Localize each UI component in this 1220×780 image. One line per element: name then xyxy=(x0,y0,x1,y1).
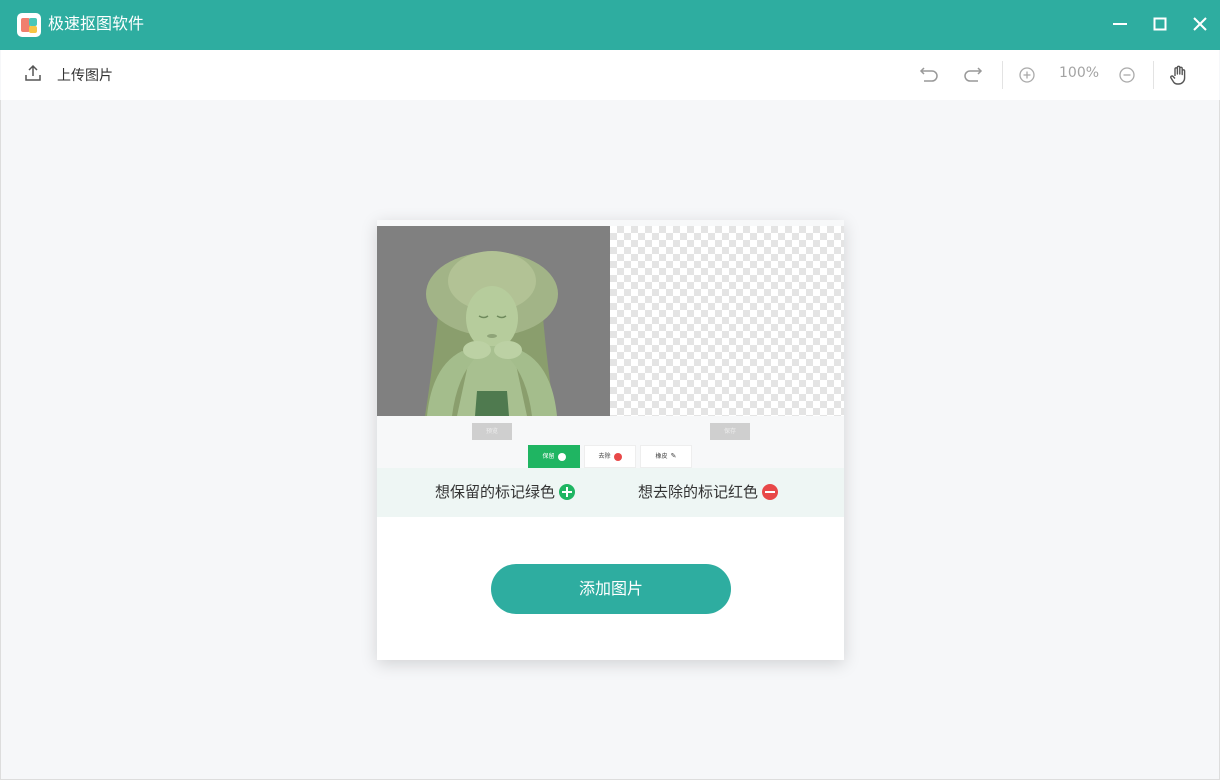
demo-tab-eraser: 橡皮 ✎ xyxy=(640,445,692,468)
remove-hint-text: 想去除的标记红色 xyxy=(638,483,759,501)
add-image-button[interactable]: 添加图片 xyxy=(491,564,731,614)
undo-icon[interactable] xyxy=(915,63,939,87)
demo-tab-remove: 去除 xyxy=(584,445,636,468)
demo-illustration: 预览 保存 保留 去除 橡皮 ✎ xyxy=(377,220,844,469)
demo-save-button: 保存 xyxy=(710,423,750,440)
toolbar-divider xyxy=(1002,61,1003,89)
start-card: 预览 保存 保留 去除 橡皮 ✎ 想保留的标记绿色 想去除的标记红色 添加图片 xyxy=(377,220,844,660)
remove-hint: 想去除的标记红色 xyxy=(638,483,779,501)
demo-mode-tabs: 保留 去除 橡皮 ✎ xyxy=(528,445,696,468)
redo-icon[interactable] xyxy=(963,63,987,87)
close-icon[interactable] xyxy=(1185,10,1215,40)
upload-image-label: 上传图片 xyxy=(57,68,113,84)
demo-preview-button: 预览 xyxy=(472,423,512,440)
toolbar: 上传图片 100% xyxy=(1,50,1219,100)
demo-tab-keep: 保留 xyxy=(528,445,580,468)
app-title: 极速抠图软件 xyxy=(48,14,145,33)
zoom-out-icon[interactable] xyxy=(1115,63,1139,87)
sample-photo-marked xyxy=(377,226,610,416)
upload-image-button[interactable]: 上传图片 xyxy=(23,64,113,86)
toolbar-divider xyxy=(1153,61,1154,89)
zoom-in-icon[interactable] xyxy=(1015,63,1039,87)
plus-icon xyxy=(557,452,566,461)
hand-pan-icon[interactable] xyxy=(1167,63,1191,87)
title-bar: 极速抠图软件 xyxy=(0,0,1220,50)
maximize-icon[interactable] xyxy=(1145,10,1175,40)
zoom-level: 100% xyxy=(1059,65,1100,81)
keep-hint: 想保留的标记绿色 xyxy=(435,483,576,501)
keep-hint-text: 想保留的标记绿色 xyxy=(435,483,556,501)
transparent-result-preview xyxy=(610,226,844,416)
minus-icon xyxy=(613,452,622,461)
upload-icon xyxy=(23,63,43,87)
minimize-icon[interactable] xyxy=(1105,10,1135,40)
app-logo-icon xyxy=(17,13,41,37)
hint-bar: 想保留的标记绿色 想去除的标记红色 xyxy=(377,468,844,517)
eraser-icon: ✎ xyxy=(670,452,677,460)
minus-circle-icon xyxy=(762,484,779,500)
plus-circle-icon xyxy=(559,484,576,500)
